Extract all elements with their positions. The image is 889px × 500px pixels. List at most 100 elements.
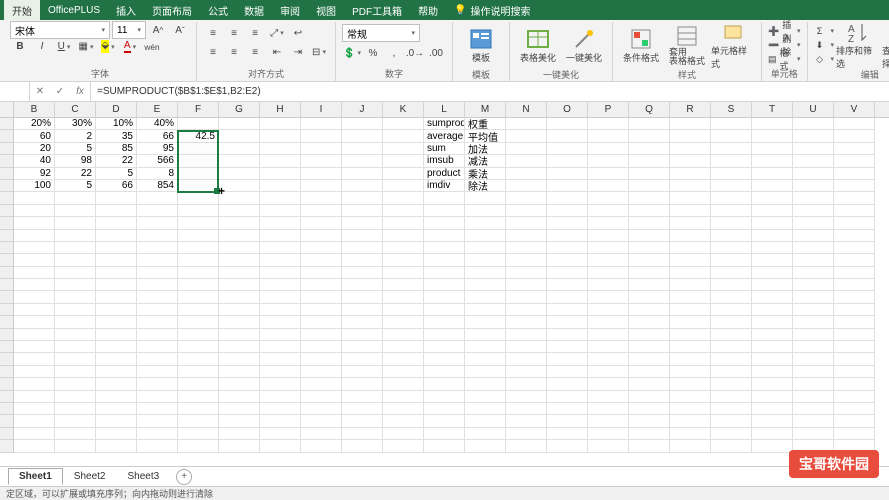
cell[interactable] (301, 143, 342, 155)
cell[interactable] (711, 192, 752, 204)
cell[interactable] (383, 143, 424, 155)
cell[interactable] (547, 279, 588, 291)
cell[interactable] (834, 291, 875, 303)
cell[interactable] (506, 279, 547, 291)
cell[interactable] (219, 254, 260, 266)
cell[interactable] (342, 217, 383, 229)
cell[interactable] (260, 366, 301, 378)
cell[interactable] (547, 267, 588, 279)
cell[interactable] (670, 180, 711, 192)
cell[interactable] (14, 304, 55, 316)
cell[interactable] (424, 391, 465, 403)
cell[interactable] (383, 353, 424, 365)
cell[interactable] (711, 341, 752, 353)
cell[interactable] (752, 192, 793, 204)
cell[interactable] (793, 168, 834, 180)
cell[interactable] (14, 291, 55, 303)
cell[interactable] (834, 130, 875, 142)
cell[interactable] (793, 130, 834, 142)
cell[interactable] (260, 205, 301, 217)
cell[interactable] (752, 205, 793, 217)
cell[interactable] (219, 403, 260, 415)
cell[interactable] (55, 378, 96, 390)
cell[interactable] (178, 180, 219, 192)
cell[interactable] (506, 304, 547, 316)
cell[interactable] (424, 205, 465, 217)
cell[interactable] (342, 316, 383, 328)
cell[interactable] (547, 341, 588, 353)
cell[interactable] (260, 168, 301, 180)
decrease-indent-button[interactable]: ⇤ (267, 43, 287, 61)
cell[interactable] (342, 118, 383, 130)
cell[interactable] (588, 304, 629, 316)
wrap-text-button[interactable]: ↩ (288, 24, 308, 42)
cell[interactable] (178, 329, 219, 341)
cell[interactable] (752, 329, 793, 341)
cell[interactable] (752, 118, 793, 130)
cell[interactable] (629, 279, 670, 291)
cell[interactable] (752, 304, 793, 316)
cell[interactable] (178, 291, 219, 303)
cell[interactable] (670, 391, 711, 403)
cell[interactable] (834, 279, 875, 291)
cell[interactable] (834, 304, 875, 316)
cell[interactable] (342, 366, 383, 378)
cell[interactable] (834, 168, 875, 180)
cell[interactable] (178, 341, 219, 353)
cell[interactable] (342, 180, 383, 192)
cell[interactable] (424, 378, 465, 390)
cell[interactable] (383, 168, 424, 180)
cell[interactable] (137, 378, 178, 390)
fill-color-button[interactable]: ⬙▾ (98, 38, 118, 56)
cell[interactable]: 100 (14, 180, 55, 192)
template-button[interactable]: 模板 (459, 24, 503, 68)
cell[interactable] (629, 353, 670, 365)
cell[interactable] (711, 329, 752, 341)
cell[interactable]: 95 (137, 143, 178, 155)
cell[interactable] (670, 254, 711, 266)
cell[interactable] (834, 205, 875, 217)
cell[interactable] (711, 366, 752, 378)
cell[interactable] (96, 440, 137, 452)
cell[interactable] (793, 366, 834, 378)
cell[interactable] (301, 391, 342, 403)
cell[interactable] (14, 440, 55, 452)
cell[interactable] (547, 353, 588, 365)
cell[interactable] (342, 267, 383, 279)
cell[interactable] (137, 205, 178, 217)
cell[interactable] (793, 205, 834, 217)
cell[interactable]: 5 (55, 143, 96, 155)
cell[interactable] (506, 267, 547, 279)
cell[interactable] (547, 316, 588, 328)
sheet-tab[interactable]: Sheet3 (117, 468, 171, 485)
cell[interactable] (506, 242, 547, 254)
cell[interactable]: 权重 (465, 118, 506, 130)
cell[interactable] (424, 353, 465, 365)
cell[interactable] (711, 242, 752, 254)
insert-function-button[interactable]: fx (70, 82, 90, 101)
cell[interactable] (301, 180, 342, 192)
cell[interactable] (465, 353, 506, 365)
cell[interactable] (629, 378, 670, 390)
cell[interactable] (793, 415, 834, 427)
cell[interactable] (137, 230, 178, 242)
cell[interactable] (260, 279, 301, 291)
cell[interactable] (547, 205, 588, 217)
cell[interactable]: 66 (96, 180, 137, 192)
cell[interactable] (752, 391, 793, 403)
cell[interactable] (793, 254, 834, 266)
menu-tab-help[interactable]: 帮助 (410, 0, 446, 20)
cell[interactable]: 30% (55, 118, 96, 130)
cell[interactable] (342, 428, 383, 440)
cell[interactable] (383, 291, 424, 303)
cell[interactable] (14, 192, 55, 204)
cell[interactable] (424, 329, 465, 341)
cell[interactable] (301, 168, 342, 180)
cell[interactable] (670, 316, 711, 328)
cell[interactable] (547, 143, 588, 155)
cell[interactable] (506, 130, 547, 142)
cell[interactable] (137, 415, 178, 427)
cell[interactable] (752, 267, 793, 279)
cell[interactable] (14, 316, 55, 328)
cell[interactable] (342, 155, 383, 167)
